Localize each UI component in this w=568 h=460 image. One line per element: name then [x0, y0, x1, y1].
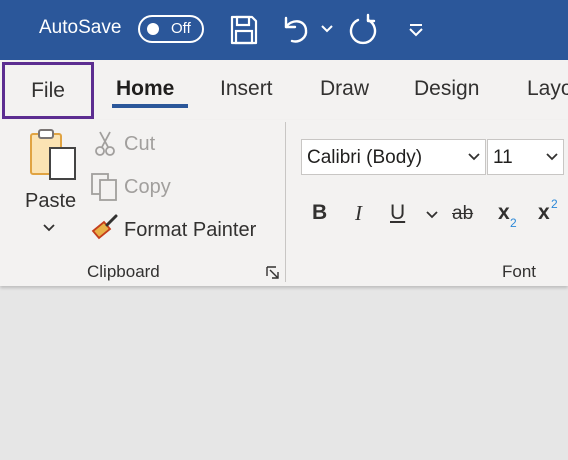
- customize-quick-access-icon[interactable]: [408, 22, 424, 38]
- font-size-select[interactable]: 11: [487, 139, 564, 175]
- tab-layout[interactable]: Layo: [527, 60, 568, 117]
- chevron-down-icon[interactable]: [546, 152, 558, 162]
- tab-insert[interactable]: Insert: [220, 60, 273, 117]
- subscript-button[interactable]: x 2: [498, 201, 517, 230]
- active-tab-indicator: [112, 104, 188, 108]
- clipboard-group-label: Clipboard: [87, 262, 160, 281]
- format-painter-icon[interactable]: [90, 214, 120, 244]
- format-painter-label[interactable]: Format Painter: [124, 219, 256, 242]
- subscript-base: x: [498, 201, 510, 224]
- ribbon: Paste Cut Copy Format Painter Clipboard: [0, 120, 568, 286]
- paste-button[interactable]: [28, 128, 80, 184]
- subscript-index: 2: [510, 216, 517, 230]
- autosave-state: Off: [171, 20, 191, 37]
- underline-button[interactable]: U: [390, 201, 405, 225]
- superscript-index: 2: [551, 197, 558, 211]
- ribbon-tabs: File Home Insert Draw Design Layo: [0, 60, 568, 120]
- copy-icon[interactable]: [90, 172, 120, 202]
- tab-home[interactable]: Home: [116, 60, 174, 117]
- tab-design[interactable]: Design: [414, 60, 479, 117]
- font-name-select[interactable]: Calibri (Body): [301, 139, 486, 175]
- tab-file[interactable]: File: [2, 62, 94, 119]
- clipboard-dialog-launcher-icon[interactable]: [266, 266, 280, 280]
- save-icon[interactable]: [229, 14, 259, 46]
- strikethrough-button[interactable]: ab: [452, 203, 473, 225]
- paste-icon: [28, 128, 80, 184]
- bold-button[interactable]: B: [312, 201, 327, 225]
- document-area[interactable]: [0, 288, 568, 460]
- font-name-value: Calibri (Body): [307, 147, 423, 168]
- redo-icon[interactable]: [349, 12, 381, 48]
- undo-icon[interactable]: [281, 14, 311, 46]
- font-group-label: Font: [502, 262, 537, 281]
- title-bar: AutoSave Off: [0, 0, 568, 60]
- paste-label[interactable]: Paste: [25, 190, 76, 213]
- group-divider: [285, 122, 286, 282]
- paste-options-chevron-icon[interactable]: [43, 223, 55, 233]
- autosave-label: AutoSave: [39, 17, 122, 38]
- cut-icon[interactable]: [92, 130, 118, 158]
- tab-draw[interactable]: Draw: [320, 60, 369, 117]
- chevron-down-icon[interactable]: [468, 152, 480, 162]
- autosave-toggle[interactable]: Off: [138, 15, 204, 43]
- superscript-base: x: [538, 201, 550, 224]
- copy-label[interactable]: Copy: [124, 176, 171, 199]
- italic-button[interactable]: I: [355, 201, 362, 226]
- superscript-button[interactable]: x 2: [538, 197, 558, 225]
- cut-label[interactable]: Cut: [124, 133, 155, 156]
- autosave-toggle-knob: [147, 23, 159, 35]
- font-size-value: 11: [493, 147, 513, 168]
- undo-dropdown-chevron-icon[interactable]: [321, 24, 333, 34]
- underline-options-chevron-icon[interactable]: [426, 210, 438, 220]
